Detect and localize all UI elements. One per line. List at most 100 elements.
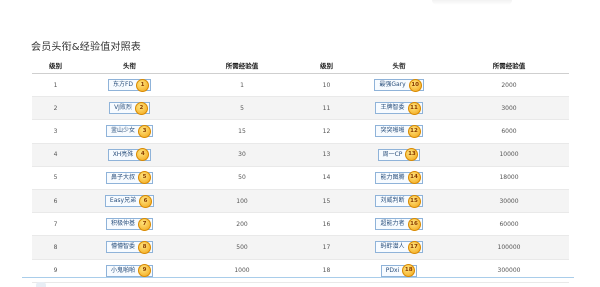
level-star-icon: 10 (408, 78, 422, 92)
title-cell: 懵懵智委 8 (79, 235, 180, 260)
title-cell: 能力图腾 14 (349, 166, 449, 190)
member-title-tag: 王牌智委 11 (375, 101, 423, 115)
member-title-tag: PDxi 18 (380, 264, 418, 278)
member-title-tag: 小鬼啪啪 9 (105, 264, 153, 278)
col-header-exp-2: 所需经验值 (449, 57, 569, 74)
level-star-icon: 12 (407, 124, 421, 138)
member-title-text: 超能力者 (380, 220, 405, 228)
exp-cell: 1000 (180, 259, 304, 283)
col-header-title-2: 头衔 (349, 57, 449, 74)
level-cell: 3 (32, 119, 79, 144)
member-title-tag: 蚂蚱潜人 17 (375, 240, 423, 254)
level-star-icon: 11 (407, 101, 421, 115)
table-row: 6 Easy兄弟 6 100 15 刘威判断 15 30000 (32, 189, 569, 214)
exp-cell: 1 (180, 73, 304, 98)
table-row: 7 积极仲基 7 200 16 超能力者 16 60000 (32, 212, 569, 237)
member-title-text: 周一CP (382, 150, 403, 158)
member-title-tag: 积极仲基 7 (105, 217, 153, 231)
table-row: 9 小鬼啪啪 9 1000 18 PDxi 18 300000 (32, 259, 569, 283)
title-cell: 东方FD 1 (79, 73, 180, 98)
level-cell: 17 (304, 235, 349, 260)
col-header-exp: 所需经验值 (180, 57, 304, 74)
table-body: 1 东方FD 1 1 10 最强Gary 10 2000 2 VJ败烈 2 5 11 王牌智委 11 3000… (32, 73, 569, 283)
member-title-text: 刘威判断 (380, 197, 405, 205)
table-row: 2 VJ败烈 2 5 11 王牌智委 11 3000 (32, 96, 569, 121)
member-title-text: 小鬼啪啪 (110, 266, 135, 274)
level-star-icon: 18 (402, 264, 416, 278)
title-cell: Easy兄弟 6 (79, 189, 180, 214)
title-cell: 超能力者 16 (349, 212, 449, 237)
level-cell: 6 (32, 189, 79, 214)
member-title-text: 蚂蚱潜人 (380, 243, 405, 251)
level-cell: 11 (304, 96, 349, 121)
table-row: 8 懵懵智委 8 500 17 蚂蚱潜人 17 100000 (32, 235, 569, 260)
level-star-icon: 4 (136, 148, 150, 162)
level-cell: 2 (32, 96, 79, 121)
member-title-tag: VJ败烈 2 (109, 101, 150, 115)
title-cell: 周一CP 13 (349, 143, 449, 167)
title-cell: 突突啪啪 12 (349, 119, 449, 144)
member-title-text: 积极仲基 (110, 220, 135, 228)
member-title-tag: 超能力者 16 (375, 217, 423, 231)
exp-cell: 18000 (449, 166, 569, 190)
member-title-text: VJ败烈 (114, 104, 132, 112)
table-row: 3 釜山少女 3 15 12 突突啪啪 12 6000 (32, 119, 569, 144)
title-cell: 刘威判断 15 (349, 189, 449, 214)
title-cell: 蚂蚱潜人 17 (349, 235, 449, 260)
member-title-tag: 刘威判断 15 (375, 194, 423, 208)
member-title-text: 釜山少女 (110, 127, 135, 135)
member-title-text: 东方FD (112, 81, 134, 89)
level-cell: 14 (304, 166, 349, 190)
level-cell: 15 (304, 189, 349, 214)
table-header-row: 级别 头衔 所需经验值 级别 头衔 所需经验值 (32, 57, 569, 74)
member-title-tag: 东方FD 1 (107, 78, 152, 92)
level-star-icon: 8 (138, 240, 151, 254)
bottom-divider (22, 277, 574, 278)
col-header-title: 头衔 (79, 57, 180, 74)
level-star-icon: 1 (136, 78, 150, 92)
level-star-icon: 14 (407, 171, 421, 185)
level-star-icon: 15 (407, 194, 421, 208)
bottom-decoration (36, 282, 46, 287)
title-cell: 积极仲基 7 (79, 212, 180, 237)
exp-cell: 10000 (449, 143, 569, 167)
member-title-tag: 最强Gary 10 (374, 78, 424, 92)
member-title-text: XH亮殊 (112, 150, 134, 158)
level-cell: 8 (32, 235, 79, 260)
title-cell: 小鬼啪啪 9 (79, 259, 180, 283)
exp-cell: 6000 (449, 119, 569, 144)
exp-cell: 50 (180, 166, 304, 190)
title-cell: 鼻子大叔 5 (79, 166, 180, 190)
member-title-tag: XH亮殊 4 (107, 148, 152, 162)
exp-cell: 30 (180, 143, 304, 167)
top-decoration (432, 0, 512, 5)
title-cell: PDxi 18 (349, 259, 449, 283)
title-cell: 最强Gary 10 (349, 73, 449, 98)
member-title-text: 最强Gary (379, 81, 406, 89)
member-title-tag: 鼻子大叔 5 (105, 171, 153, 185)
exp-cell: 3000 (449, 96, 569, 121)
exp-cell: 200 (180, 212, 304, 237)
member-title-text: Easy兄弟 (109, 197, 137, 205)
exp-cell: 2000 (449, 73, 569, 98)
member-title-text: 鼻子大叔 (110, 173, 135, 181)
title-cell: 釜山少女 3 (79, 119, 180, 144)
exp-cell: 500 (180, 235, 304, 260)
member-title-tag: 突突啪啪 12 (375, 124, 423, 138)
title-exp-table: 级别 头衔 所需经验值 级别 头衔 所需经验值 1 东方FD 1 1 10 最强Gary 1… (32, 57, 569, 283)
level-star-icon: 2 (134, 101, 148, 115)
member-title-text: 王牌智委 (380, 104, 405, 112)
level-cell: 13 (304, 143, 349, 167)
level-star-icon: 5 (138, 171, 151, 185)
exp-cell: 60000 (449, 212, 569, 237)
page-title: 会员头衔&经验值对照表 (31, 42, 141, 53)
member-title-text: 突突啪啪 (380, 127, 405, 135)
level-cell: 12 (304, 119, 349, 144)
member-title-text: 能力图腾 (380, 173, 405, 181)
table-row: 1 东方FD 1 1 10 最强Gary 10 2000 (32, 73, 569, 98)
exp-cell: 5 (180, 96, 304, 121)
table-row: 5 鼻子大叔 5 50 14 能力图腾 14 18000 (32, 166, 569, 190)
member-title-tag: 懵懵智委 8 (105, 240, 153, 254)
member-title-tag: 能力图腾 14 (375, 171, 423, 185)
level-cell: 1 (32, 73, 79, 98)
